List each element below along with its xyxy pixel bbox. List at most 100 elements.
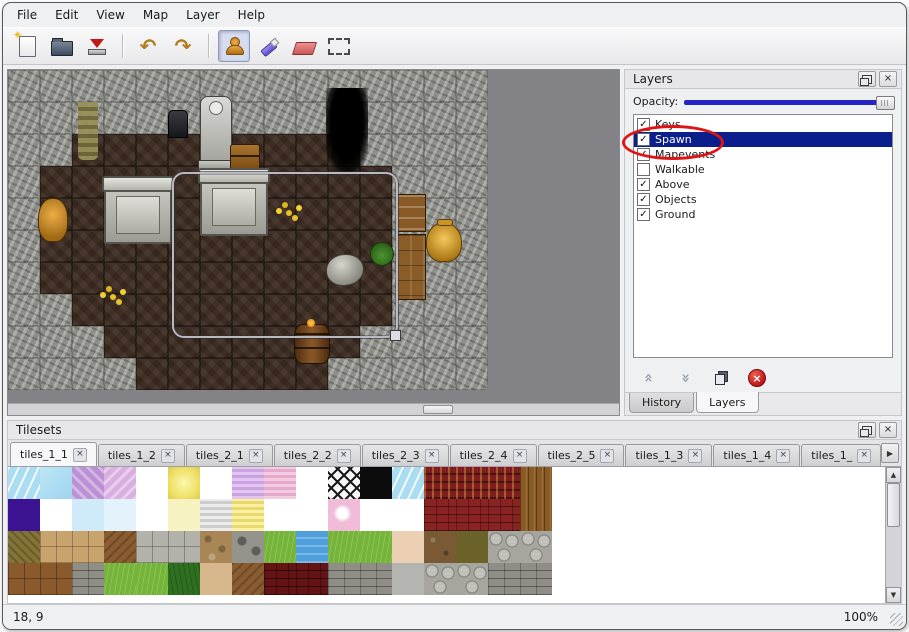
tileset-tab-tiles_1_1[interactable]: tiles_1_1×	[10, 442, 97, 466]
tileset-tile[interactable]	[200, 467, 232, 499]
tileset-tile[interactable]	[200, 531, 232, 563]
layer-row-objects[interactable]: ✓Objects	[634, 192, 892, 207]
map-tile[interactable]	[40, 70, 72, 102]
menu-help[interactable]: Help	[230, 5, 273, 25]
tileset-tile[interactable]	[104, 467, 136, 499]
layers-float-button[interactable]	[858, 71, 876, 87]
map-tile[interactable]	[104, 102, 136, 134]
tileset-tile[interactable]	[40, 499, 72, 531]
map-tile[interactable]	[136, 294, 168, 326]
tileset-tile[interactable]	[168, 531, 200, 563]
map-tile[interactable]	[264, 134, 296, 166]
map-tile[interactable]	[456, 294, 488, 326]
tileset-tile[interactable]	[392, 563, 424, 595]
stamp-tool-button[interactable]	[218, 30, 250, 62]
tileset-tile[interactable]	[232, 499, 264, 531]
map-tile[interactable]	[8, 198, 40, 230]
tileset-tile[interactable]	[136, 563, 168, 595]
map-tile[interactable]	[296, 102, 328, 134]
tileset-tile[interactable]	[520, 467, 552, 499]
layers-close-button[interactable]: ×	[879, 71, 897, 87]
opacity-slider[interactable]	[684, 96, 893, 108]
tileset-tab-tiles_2_4[interactable]: tiles_2_4×	[450, 444, 537, 466]
tileset-tile[interactable]	[360, 467, 392, 499]
tileset-tile[interactable]	[392, 499, 424, 531]
map-tile[interactable]	[296, 134, 328, 166]
layer-row-above[interactable]: ✓Above	[634, 177, 892, 192]
tileset-tile[interactable]	[232, 563, 264, 595]
layer-row-keys[interactable]: ✓Keys	[634, 117, 892, 132]
map-tile[interactable]	[424, 358, 456, 390]
close-tab-icon[interactable]: ×	[425, 449, 439, 463]
scroll-up-button[interactable]: ▲	[886, 467, 901, 483]
tileset-tile[interactable]	[8, 563, 40, 595]
tilesets-close-button[interactable]: ×	[879, 422, 897, 438]
tileset-tile[interactable]	[168, 563, 200, 595]
map-tile[interactable]	[296, 70, 328, 102]
close-tab-icon[interactable]: ×	[73, 448, 87, 462]
tileset-tile[interactable]	[456, 467, 488, 499]
menu-view[interactable]: View	[88, 5, 132, 25]
scroll-down-button[interactable]: ▼	[886, 587, 901, 603]
tileset-tab-tiles_2_1[interactable]: tiles_2_1×	[186, 444, 273, 466]
map-tile[interactable]	[40, 294, 72, 326]
map-tile[interactable]	[168, 358, 200, 390]
tileset-tile[interactable]	[72, 531, 104, 563]
selection-rectangle[interactable]	[172, 172, 398, 338]
layer-visibility-checkbox[interactable]: ✓	[637, 193, 650, 206]
layer-row-ground[interactable]: ✓Ground	[634, 207, 892, 222]
map-tile[interactable]	[72, 70, 104, 102]
close-tab-icon[interactable]: ×	[857, 449, 871, 463]
map-tile[interactable]	[456, 358, 488, 390]
tileset-tile[interactable]	[72, 467, 104, 499]
tileset-tab-tiles_1_2[interactable]: tiles_1_2×	[98, 444, 185, 466]
h-scrollbar-thumb[interactable]	[423, 405, 453, 414]
layer-row-walkable[interactable]: Walkable	[634, 162, 892, 177]
eraser-tool-button[interactable]	[288, 30, 320, 62]
tileset-tile[interactable]	[264, 499, 296, 531]
map-tile[interactable]	[8, 230, 40, 262]
tileset-tile[interactable]	[328, 467, 360, 499]
map-tile[interactable]	[424, 134, 456, 166]
map-tile[interactable]	[8, 166, 40, 198]
map-tile[interactable]	[72, 326, 104, 358]
layer-row-spawn[interactable]: ✓Spawn	[634, 132, 892, 147]
close-tab-icon[interactable]: ×	[776, 449, 790, 463]
map-h-scrollbar[interactable]	[8, 403, 619, 415]
rect-select-tool-button[interactable]	[323, 30, 355, 62]
map-tile[interactable]	[200, 358, 232, 390]
layer-visibility-checkbox[interactable]: ✓	[637, 208, 650, 221]
map-tile[interactable]	[40, 166, 72, 198]
raise-layer-button[interactable]: «	[635, 366, 663, 390]
tileset-tab-tiles_1_3[interactable]: tiles_1_3×	[625, 444, 712, 466]
tileset-tile[interactable]	[8, 531, 40, 563]
map-tile[interactable]	[328, 358, 360, 390]
tileset-tile[interactable]	[328, 563, 360, 595]
map-tile[interactable]	[72, 198, 104, 230]
map-tile[interactable]	[456, 70, 488, 102]
map-tile[interactable]	[72, 230, 104, 262]
map-canvas[interactable]	[8, 70, 488, 390]
tileset-tile[interactable]	[264, 531, 296, 563]
map-tile[interactable]	[8, 326, 40, 358]
tileset-tab-tiles_2_2[interactable]: tiles_2_2×	[274, 444, 361, 466]
map-tile[interactable]	[456, 102, 488, 134]
map-tile[interactable]	[136, 358, 168, 390]
map-tile[interactable]	[8, 134, 40, 166]
tileset-tile[interactable]	[264, 563, 296, 595]
map-tile[interactable]	[8, 294, 40, 326]
map-tile[interactable]	[136, 262, 168, 294]
tileset-tile[interactable]	[104, 531, 136, 563]
tileset-tile[interactable]	[360, 499, 392, 531]
tileset-tile[interactable]	[104, 563, 136, 595]
map-viewport[interactable]	[7, 69, 620, 416]
layer-visibility-checkbox[interactable]	[637, 163, 650, 176]
menu-layer[interactable]: Layer	[178, 5, 227, 25]
tileset-tile[interactable]	[456, 531, 488, 563]
menu-file[interactable]: File	[9, 5, 45, 25]
map-tile[interactable]	[40, 326, 72, 358]
export-save-button[interactable]	[81, 30, 113, 62]
map-tile[interactable]	[264, 102, 296, 134]
close-tab-icon[interactable]: ×	[688, 449, 702, 463]
map-tile[interactable]	[104, 70, 136, 102]
